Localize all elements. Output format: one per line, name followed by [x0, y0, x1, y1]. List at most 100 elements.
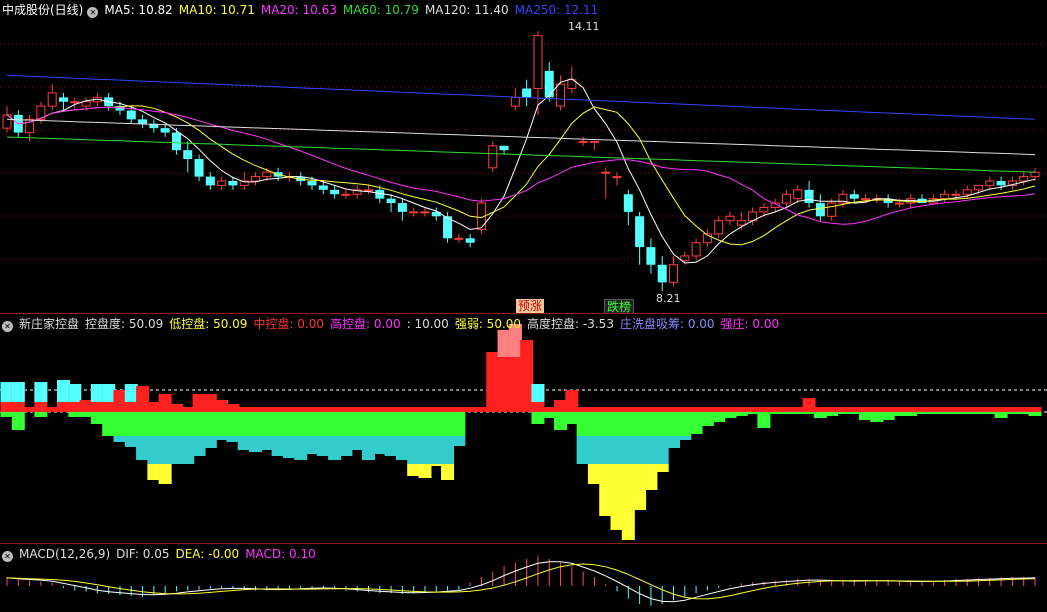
- ma-legend-item: MA60: 10.79: [342, 3, 419, 17]
- indicator-bar-green: [192, 412, 206, 436]
- candle-body: [861, 198, 871, 201]
- indicator-bar-up: [1017, 407, 1031, 412]
- candle-body: [635, 216, 645, 248]
- indicator-bar-cyan: [667, 436, 681, 448]
- indicator-bar-yellow: [441, 464, 455, 480]
- candle-body: [589, 140, 599, 143]
- dif-line: [6, 561, 1036, 603]
- candle-body: [985, 180, 995, 186]
- indicator-legend-item: 低控盘: 50.09: [169, 317, 248, 331]
- macd-settings-icon[interactable]: ✕: [2, 551, 13, 562]
- indicator-bar-cyan: [147, 436, 161, 464]
- indicator-bar-up: [271, 407, 285, 412]
- indicator-bar-up: [192, 394, 206, 412]
- indicator-bar-green: [836, 412, 850, 414]
- candle-body: [951, 193, 961, 196]
- indicator-bar-green: [181, 412, 195, 436]
- candle-body: [183, 150, 193, 159]
- indicator-bar-up: [373, 407, 387, 412]
- candle-body: [522, 88, 532, 98]
- indicator-bar-cyan: [644, 436, 658, 464]
- candle-body: [759, 206, 769, 213]
- indicator-bar-up: [915, 407, 929, 412]
- indicator-bar-cyan: [226, 436, 240, 442]
- indicator-bar-up: [361, 407, 375, 412]
- indicator-settings-icon[interactable]: ✕: [2, 321, 13, 332]
- indicator-bar-green: [542, 412, 556, 418]
- ma60-line: [6, 136, 1036, 173]
- indicator-bar-green: [633, 412, 647, 436]
- indicator-bar-up: [700, 407, 714, 412]
- indicator-bar-green: [712, 412, 726, 422]
- indicator-bar-up: [802, 398, 816, 412]
- indicator-bar-green: [169, 412, 183, 436]
- indicator-bar-cyan: [305, 436, 319, 454]
- macd-legend-item: DEA: -0.00: [175, 547, 240, 561]
- indicator-bar-up: [847, 407, 861, 412]
- indicator-bar-up: [892, 407, 906, 412]
- candle-body: [962, 189, 972, 195]
- indicator-bar-up: [791, 407, 805, 412]
- indicator-bar-cyan: [260, 436, 274, 450]
- indicator-bar-up: [463, 407, 477, 412]
- indicator-bar-green: [938, 412, 952, 414]
- indicator-bar-up: [350, 407, 364, 412]
- macd-panel[interactable]: ✕ MACD(12,26,9) DIF: 0.05 DEA: -0.00 MACD: 0…: [0, 544, 1047, 612]
- ma5-line: [6, 78, 1036, 264]
- indicator-bar-up: [859, 407, 873, 412]
- candle-body: [58, 97, 68, 102]
- indicator-bar-green: [1028, 412, 1042, 416]
- indicator-bar-green: [11, 412, 25, 430]
- ma120-line: [6, 118, 1036, 156]
- indicator-bar-up: [994, 407, 1008, 412]
- indicator-bar-green: [102, 412, 116, 436]
- indicator-bar-up: [949, 407, 963, 412]
- indicator-bar-cyan: [169, 436, 183, 464]
- candle-body: [47, 92, 57, 107]
- candle-body: [736, 220, 746, 226]
- indicator-bar-green: [305, 412, 319, 436]
- indicator-bar-yellow: [633, 464, 647, 510]
- indicator-bar-up: [418, 407, 432, 412]
- candle-body: [725, 215, 735, 222]
- indicator-bar-green: [294, 412, 308, 436]
- indicator-panel[interactable]: ✕ 新庄家控盘 控盘度: 50.09 低控盘: 50.09 中控盘: 0.00 高控盘: …: [0, 314, 1047, 543]
- indicator-bar-yellow: [587, 464, 601, 484]
- indicator-bar-peak: [497, 330, 511, 357]
- indicator-legend-item: 控盘度: 50.09: [85, 317, 164, 331]
- candle-body: [1019, 176, 1029, 182]
- indicator-bar-green: [260, 412, 274, 436]
- candle-body: [81, 101, 91, 107]
- price-chart[interactable]: [0, 0, 1047, 313]
- indicator-bar-cyan: [610, 436, 624, 464]
- indicator-bar-up: [689, 407, 703, 412]
- ma250-line: [6, 74, 1036, 120]
- indicator-bar-green: [825, 412, 839, 416]
- indicator-bar-green: [429, 412, 443, 436]
- indicator-bar-up: [294, 407, 308, 412]
- candle-body: [533, 35, 543, 89]
- indicator-bar-green: [34, 412, 48, 417]
- indicator-bar-up: [972, 407, 986, 412]
- candle-body: [499, 145, 509, 151]
- indicator-bar-green: [768, 412, 782, 414]
- indicator-bar-up: [825, 407, 839, 412]
- indicator-bar-up: [113, 390, 127, 412]
- settings-toggle-icon[interactable]: ✕: [87, 7, 99, 18]
- macd-title: MACD(12,26,9): [19, 547, 111, 561]
- ma-legend-item: MA250: 12.11: [514, 3, 599, 17]
- indicator-bar-green: [418, 412, 432, 436]
- indicator-bar-up: [45, 407, 59, 412]
- indicator-legend-item: 庄洗盘吸筹: 0.00: [619, 317, 715, 331]
- indicator-bar-up: [520, 340, 534, 412]
- indicator-bar-cyan: [215, 436, 229, 440]
- indicator-chart[interactable]: [0, 314, 1047, 543]
- candle-body: [974, 184, 984, 191]
- indicator-bar-up: [23, 407, 37, 412]
- indicator-bar-up: [712, 407, 726, 412]
- indicator-bar-green: [282, 412, 296, 436]
- indicator-bar-up: [316, 407, 330, 412]
- indicator-bar-green: [813, 412, 827, 418]
- price-chart-panel[interactable]: 中成股份(日线) ✕ MA5: 10.82 MA10: 10.71 MA20: 10.6…: [0, 0, 1047, 313]
- indicator-bar-up: [768, 407, 782, 412]
